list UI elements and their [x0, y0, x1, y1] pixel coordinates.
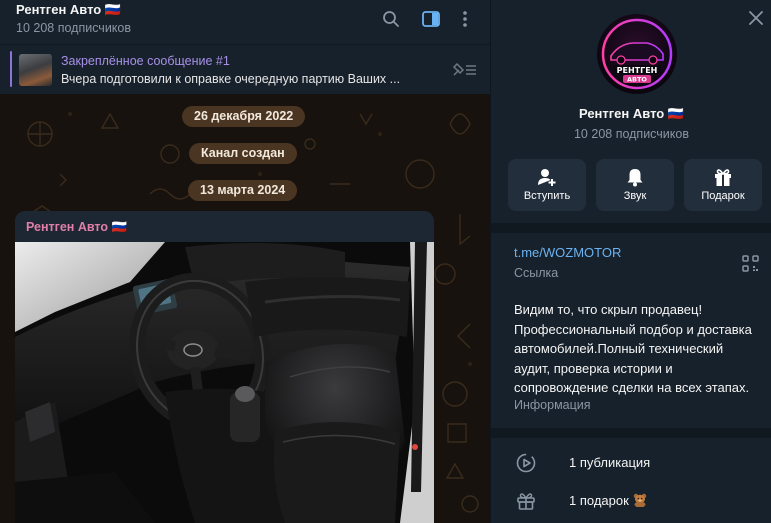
channel-link[interactable]: t.me/WOZMOTOR — [514, 245, 621, 260]
gifts-label: 1 подарок — [569, 493, 629, 508]
date-separator: 26 декабря 2022 — [182, 106, 306, 127]
chat-header[interactable]: Рентген Авто 🇷🇺 10 208 подписчиков — [0, 0, 490, 44]
description-caption: Информация — [514, 398, 591, 412]
channel-subscribers: 10 208 подписчиков — [573, 127, 689, 141]
channel-description: Видим то, что скрыл продавец! Профессион… — [514, 302, 752, 395]
pinned-title: Закреплённое сообщение #1 — [61, 54, 230, 68]
channel-info-panel: РЕНТГЕН АВТО Рентген Авто 🇷🇺 10 208 подп… — [490, 0, 771, 523]
pinned-list-icon[interactable] — [450, 61, 480, 79]
post-photo[interactable] — [15, 242, 434, 523]
post-author[interactable]: Рентген Авто 🇷🇺 — [26, 220, 127, 235]
link-caption: Ссылка — [514, 266, 559, 280]
gift-icon — [515, 490, 537, 512]
channel-post[interactable]: Рентген Авто 🇷🇺 — [15, 211, 434, 523]
divider — [491, 428, 771, 438]
gifts-label-wrap: 1 подарок — [569, 493, 648, 508]
svg-text:АВТО: АВТО — [627, 76, 647, 84]
date-separator: 13 марта 2024 — [188, 180, 298, 201]
more-vertical-icon[interactable] — [454, 8, 476, 30]
publications-label: 1 публикация — [569, 455, 651, 470]
gifts-row[interactable]: 1 подарок — [491, 483, 771, 519]
gift-button[interactable]: Подарок — [684, 159, 762, 211]
chat-title[interactable]: Рентген Авто 🇷🇺 — [16, 2, 121, 18]
pinned-text: Вчера подготовили к оправке очередную па… — [61, 72, 401, 86]
svg-text:РЕНТГЕН: РЕНТГЕН — [617, 66, 658, 75]
chat-area: 26 декабря 2022 Канал создан 13 марта 20… — [0, 0, 490, 523]
service-message: Канал создан — [189, 143, 297, 164]
pinned-message-bar[interactable]: Закреплённое сообщение #1 Вчера подготов… — [0, 44, 490, 94]
sound-label: Звук — [623, 190, 647, 202]
pinned-indicator — [10, 51, 12, 87]
channel-title: Рентген Авто 🇷🇺 — [578, 106, 685, 121]
join-button[interactable]: Вступить — [508, 159, 586, 211]
add-user-icon — [508, 166, 586, 188]
gift-icon — [684, 166, 762, 188]
channel-logo: РЕНТГЕН АВТО — [601, 18, 673, 90]
sound-button[interactable]: Звук — [596, 159, 674, 211]
car-interior-image — [15, 242, 434, 523]
media-play-icon — [515, 452, 537, 474]
gift-label: Подарок — [701, 190, 745, 202]
pinned-thumbnail — [19, 54, 52, 86]
bell-icon — [596, 166, 674, 188]
sidebar-toggle-icon[interactable] — [420, 8, 442, 30]
channel-avatar[interactable]: РЕНТГЕН АВТО — [597, 14, 677, 94]
divider — [491, 223, 771, 233]
qr-code-icon[interactable] — [742, 255, 759, 272]
chat-subscribers: 10 208 подписчиков — [16, 21, 132, 35]
teddy-bear-icon — [632, 493, 648, 508]
close-icon[interactable] — [746, 8, 766, 28]
join-label: Вступить — [523, 190, 571, 202]
search-icon[interactable] — [380, 8, 402, 30]
publications-row[interactable]: 1 публикация — [491, 445, 771, 481]
